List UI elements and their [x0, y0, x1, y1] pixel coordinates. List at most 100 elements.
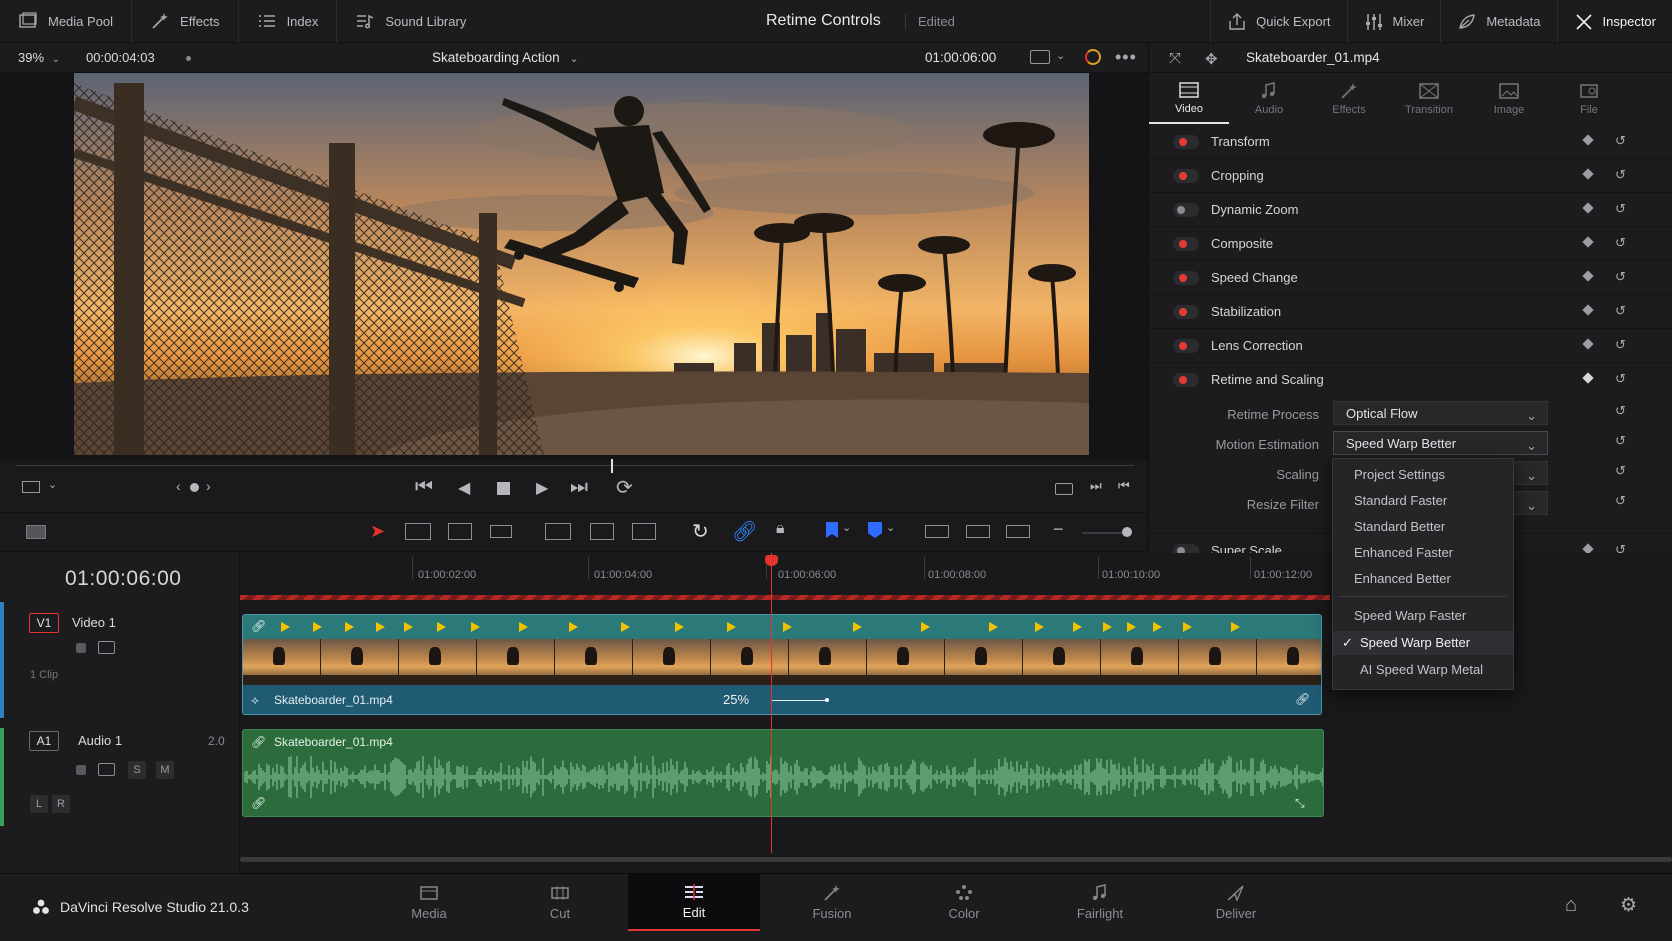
- chevron-down-icon[interactable]: ⌄: [886, 521, 895, 534]
- reset-icon[interactable]: ↺: [1615, 133, 1626, 149]
- media-pool-button[interactable]: Media Pool: [0, 0, 133, 43]
- viewer-mode-icon[interactable]: [22, 481, 40, 493]
- metadata-button[interactable]: Metadata: [1440, 0, 1556, 43]
- audio-retime-icon[interactable]: ⤡: [1295, 796, 1305, 811]
- auto-track-icon[interactable]: [98, 763, 115, 776]
- go-to-start-icon[interactable]: ⏮: [415, 476, 433, 499]
- speed-point-marker[interactable]: [1127, 622, 1136, 632]
- section-dynamic-zoom[interactable]: Dynamic Zoom ↺: [1149, 193, 1672, 227]
- menu-item-project-settings[interactable]: Project Settings: [1333, 463, 1513, 487]
- linked-selection-icon[interactable]: 🔗︎: [732, 519, 757, 544]
- effects-button[interactable]: Effects: [132, 0, 239, 43]
- reset-icon[interactable]: ↺: [1615, 463, 1626, 479]
- playhead-handle[interactable]: [765, 555, 778, 566]
- lens-correction-toggle[interactable]: [1173, 339, 1199, 353]
- stop-icon[interactable]: [497, 482, 510, 495]
- section-lens-correction[interactable]: Lens Correction ↺: [1149, 329, 1672, 363]
- chevron-down-icon[interactable]: ⌄: [842, 521, 851, 534]
- index-button[interactable]: Index: [239, 0, 338, 43]
- section-speed-change[interactable]: Speed Change ↺: [1149, 261, 1672, 295]
- viewer-scrub-bar[interactable]: [16, 465, 1134, 466]
- overwrite-clip-icon[interactable]: [590, 523, 614, 540]
- section-transform[interactable]: Transform ↺: [1149, 125, 1672, 159]
- reset-icon[interactable]: ↺: [1615, 269, 1626, 285]
- keyframe-icon[interactable]: [1582, 304, 1594, 316]
- trim-tool-icon[interactable]: [405, 523, 431, 540]
- reset-icon[interactable]: ↺: [1615, 337, 1626, 353]
- tab-audio[interactable]: Audio: [1229, 74, 1309, 124]
- dynamic-zoom-toggle[interactable]: [1173, 203, 1199, 217]
- keyframe-icon[interactable]: [1582, 168, 1594, 180]
- color-dial-icon[interactable]: [1085, 49, 1101, 65]
- page-cut[interactable]: Cut: [496, 874, 624, 931]
- zoom-full-icon[interactable]: [925, 525, 949, 538]
- auto-track-icon[interactable]: [98, 641, 115, 654]
- reset-icon[interactable]: ↺: [1615, 371, 1626, 387]
- page-fusion[interactable]: Fusion: [768, 874, 896, 931]
- reset-icon[interactable]: ↺: [1615, 201, 1626, 217]
- retime-scaling-toggle[interactable]: [1173, 373, 1199, 387]
- menu-item-speed-warp-better[interactable]: ✓ Speed Warp Better: [1333, 631, 1513, 655]
- reset-icon[interactable]: ↺: [1615, 433, 1626, 449]
- keyframe-icon[interactable]: [1582, 270, 1594, 282]
- playhead-line[interactable]: [771, 553, 772, 853]
- page-color[interactable]: Color: [900, 874, 1028, 931]
- speed-point-marker[interactable]: [281, 622, 290, 632]
- clip-title-dropdown[interactable]: Skateboarding Action ⌄: [432, 50, 579, 65]
- position-lock-icon[interactable]: 🔒︎: [776, 520, 785, 538]
- reset-icon[interactable]: ↺: [1615, 235, 1626, 251]
- speed-point-marker[interactable]: [989, 622, 998, 632]
- chevron-down-icon[interactable]: ⌄: [1056, 49, 1065, 62]
- jog-right-icon[interactable]: ›: [206, 478, 211, 494]
- reset-icon[interactable]: ↺: [1615, 303, 1626, 319]
- audio-track-name[interactable]: Audio 1: [78, 733, 122, 748]
- speed-point-marker[interactable]: [376, 622, 385, 632]
- section-retime-and-scaling[interactable]: Retime and Scaling ↺: [1149, 363, 1672, 397]
- track-lock-icon[interactable]: [76, 765, 86, 775]
- reset-icon[interactable]: ↺: [1615, 167, 1626, 183]
- zoom-slider-track[interactable]: [1082, 532, 1126, 534]
- jog-left-icon[interactable]: ‹: [176, 478, 181, 494]
- section-composite[interactable]: Composite ↺: [1149, 227, 1672, 261]
- page-deliver[interactable]: Deliver: [1172, 874, 1300, 931]
- speed-point-marker[interactable]: [437, 622, 446, 632]
- jog-wheel-icon[interactable]: [190, 483, 199, 492]
- home-icon[interactable]: ⌂: [1565, 894, 1577, 917]
- track-lock-icon[interactable]: [76, 643, 86, 653]
- speed-point-marker[interactable]: [519, 622, 528, 632]
- prev-edit-icon[interactable]: ⏮: [1118, 478, 1130, 494]
- motion-estimation-select[interactable]: Speed Warp Better ⌄: [1333, 431, 1548, 455]
- tab-effects[interactable]: Effects: [1309, 74, 1389, 124]
- flag-icon[interactable]: [826, 522, 838, 538]
- speed-point-marker[interactable]: [1183, 622, 1192, 632]
- next-edit-icon[interactable]: ⏭: [1090, 478, 1102, 494]
- speed-point-marker[interactable]: [675, 622, 684, 632]
- timeline-view-icon[interactable]: [26, 525, 46, 539]
- speed-point-marker[interactable]: [1231, 622, 1240, 632]
- speed-point-marker[interactable]: [1035, 622, 1044, 632]
- selection-arrow-icon[interactable]: ➤: [370, 521, 385, 542]
- speed-point-marker[interactable]: [313, 622, 322, 632]
- speed-point-marker[interactable]: [621, 622, 630, 632]
- page-edit[interactable]: Edit: [628, 874, 760, 931]
- tab-transition[interactable]: Transition: [1389, 74, 1469, 124]
- keyframe-icon[interactable]: [1582, 236, 1594, 248]
- speed-point-marker[interactable]: [404, 622, 413, 632]
- speed-point-marker[interactable]: [1153, 622, 1162, 632]
- loop-icon[interactable]: ⟳: [616, 475, 633, 500]
- solo-button[interactable]: S: [128, 761, 146, 779]
- tab-image[interactable]: Image: [1469, 74, 1549, 124]
- menu-item-standard-faster[interactable]: Standard Faster: [1333, 489, 1513, 513]
- replace-clip-icon[interactable]: [632, 523, 656, 540]
- chevron-down-icon[interactable]: ⌄: [48, 478, 57, 491]
- go-to-end-icon[interactable]: ⏭: [570, 476, 588, 499]
- speed-slider-handle[interactable]: [825, 698, 829, 702]
- zoom-out-icon[interactable]: −: [1053, 519, 1064, 540]
- zoom-slider-handle[interactable]: [1122, 527, 1132, 537]
- page-fairlight[interactable]: Fairlight: [1036, 874, 1164, 931]
- page-media[interactable]: Media: [365, 874, 493, 931]
- tab-video[interactable]: Video: [1149, 74, 1229, 124]
- mute-button[interactable]: M: [156, 761, 174, 779]
- settings-gear-icon[interactable]: ⚙: [1620, 894, 1637, 917]
- right-channel-button[interactable]: R: [52, 795, 70, 813]
